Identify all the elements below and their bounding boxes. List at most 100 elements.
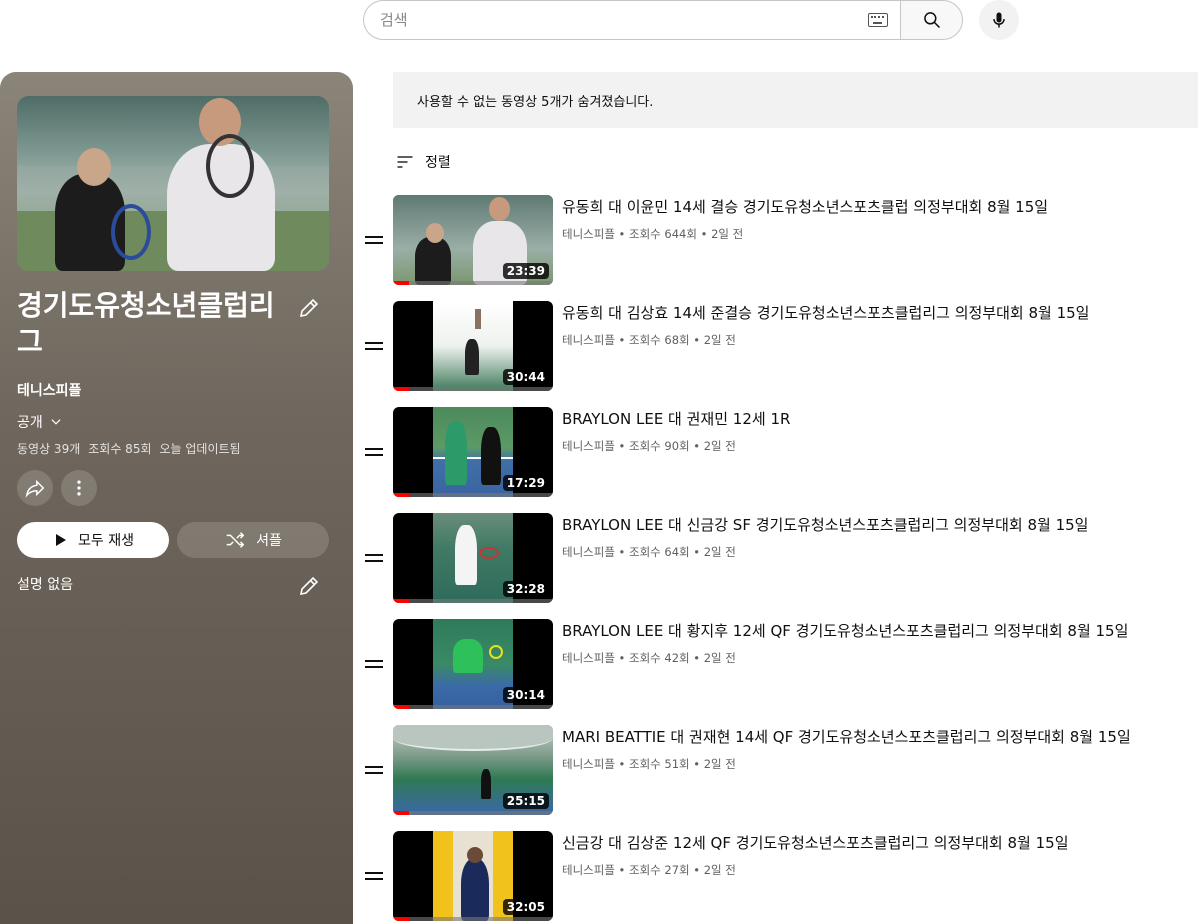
video-views: 조회수 64회 xyxy=(629,545,690,559)
video-channel[interactable]: 테니스피플 xyxy=(562,333,615,347)
watch-progress-bar xyxy=(393,281,409,285)
playlist-video-row[interactable]: 25:15 MARI BEATTIE 대 권재현 14세 QF 경기도유청소년스… xyxy=(365,725,1198,815)
watch-progress-bar xyxy=(393,917,409,921)
video-channel[interactable]: 테니스피플 xyxy=(562,545,615,559)
video-views: 조회수 51회 xyxy=(629,757,690,771)
video-thumbnail[interactable]: 32:28 xyxy=(393,513,553,603)
watch-progress-bar xyxy=(393,705,409,709)
video-channel[interactable]: 테니스피플 xyxy=(562,863,615,877)
play-icon xyxy=(56,534,66,546)
shuffle-label: 셔플 xyxy=(256,533,282,549)
video-meta: 테니스피플 • 조회수 64회 • 2일 전 xyxy=(562,545,736,559)
drag-handle-icon[interactable] xyxy=(365,660,383,668)
video-age: 2일 전 xyxy=(703,545,736,559)
privacy-label: 공개 xyxy=(17,415,43,431)
search-button[interactable] xyxy=(900,0,963,40)
drag-handle-icon[interactable] xyxy=(365,872,383,880)
video-thumbnail[interactable]: 30:14 xyxy=(393,619,553,709)
drag-handle-icon[interactable] xyxy=(365,448,383,456)
watch-progress-bar xyxy=(393,387,409,391)
sort-button[interactable]: 정렬 xyxy=(395,152,451,172)
play-all-label: 모두 재생 xyxy=(78,533,134,549)
voice-search-button[interactable] xyxy=(979,0,1019,40)
playlist-video-row[interactable]: 30:44 유동희 대 김상효 14세 준결승 경기도유청소년스포츠클럽리그 의… xyxy=(365,301,1198,391)
playlist-panel: 경기도유청소년클럽리그 테니스피플 공개 동영상 39개 조회수 85회 오늘 … xyxy=(0,72,353,924)
microphone-icon xyxy=(993,12,1005,28)
video-thumbnail[interactable]: 17:29 xyxy=(393,407,553,497)
video-duration: 25:15 xyxy=(502,793,549,809)
search-box[interactable] xyxy=(363,0,900,40)
search-bar xyxy=(363,0,963,40)
video-meta: 테니스피플 • 조회수 68회 • 2일 전 xyxy=(562,333,736,347)
watch-progress-bar xyxy=(393,599,409,603)
hidden-videos-notice: 사용할 수 없는 동영상 5개가 숨겨졌습니다. xyxy=(393,72,1198,128)
video-duration: 32:28 xyxy=(502,581,549,597)
video-duration: 23:39 xyxy=(502,263,549,279)
sort-label: 정렬 xyxy=(425,155,451,171)
shuffle-icon xyxy=(226,532,245,548)
video-meta: 테니스피플 • 조회수 27회 • 2일 전 xyxy=(562,863,736,877)
video-views: 조회수 68회 xyxy=(629,333,690,347)
keyboard-icon[interactable] xyxy=(868,13,888,27)
view-count: 조회수 85회 xyxy=(88,442,152,456)
video-views: 조회수 42회 xyxy=(629,651,690,665)
video-age: 2일 전 xyxy=(703,333,736,347)
shuffle-button[interactable]: 셔플 xyxy=(177,522,329,558)
video-title[interactable]: BRAYLON LEE 대 권재민 12세 1R xyxy=(562,409,1198,429)
video-duration: 32:05 xyxy=(502,899,549,915)
video-thumbnail[interactable]: 25:15 xyxy=(393,725,553,815)
video-age: 2일 전 xyxy=(711,227,744,241)
watch-progress-bar xyxy=(393,811,409,815)
video-title[interactable]: 유동희 대 이윤민 14세 결승 경기도유청소년스포츠클럽 의정부대회 8월 1… xyxy=(562,197,1198,217)
playlist-video-row[interactable]: 32:28 BRAYLON LEE 대 신금강 SF 경기도유청소년스포츠클럽리… xyxy=(365,513,1198,603)
search-input[interactable] xyxy=(380,11,868,29)
playlist-thumbnail[interactable] xyxy=(17,96,329,271)
video-thumbnail[interactable]: 30:44 xyxy=(393,301,553,391)
video-duration: 30:14 xyxy=(502,687,549,703)
video-thumbnail[interactable]: 32:05 xyxy=(393,831,553,921)
edit-title-icon[interactable] xyxy=(297,296,321,320)
video-title[interactable]: 유동희 대 김상효 14세 준결승 경기도유청소년스포츠클럽리그 의정부대회 8… xyxy=(562,303,1198,323)
more-options-button[interactable] xyxy=(61,470,97,506)
video-age: 2일 전 xyxy=(703,651,736,665)
playlist-video-row[interactable]: 23:39 유동희 대 이윤민 14세 결승 경기도유청소년스포츠클럽 의정부대… xyxy=(365,195,1198,285)
playlist-channel[interactable]: 테니스피플 xyxy=(17,380,81,400)
playlist-stats: 동영상 39개 조회수 85회 오늘 업데이트됨 xyxy=(17,440,241,457)
video-title[interactable]: MARI BEATTIE 대 권재현 14세 QF 경기도유청소년스포츠클럽리그… xyxy=(562,727,1198,747)
video-thumbnail[interactable]: 23:39 xyxy=(393,195,553,285)
drag-handle-icon[interactable] xyxy=(365,554,383,562)
video-meta: 테니스피플 • 조회수 42회 • 2일 전 xyxy=(562,651,736,665)
edit-description-icon[interactable] xyxy=(297,574,321,598)
search-icon xyxy=(923,12,940,29)
chevron-down-icon xyxy=(51,419,61,425)
video-meta: 테니스피플 • 조회수 51회 • 2일 전 xyxy=(562,757,736,771)
playlist-video-row[interactable]: 17:29 BRAYLON LEE 대 권재민 12세 1R 테니스피플 • 조… xyxy=(365,407,1198,497)
share-button[interactable] xyxy=(17,470,53,506)
privacy-dropdown[interactable]: 공개 xyxy=(17,412,63,432)
share-icon xyxy=(25,479,45,498)
video-title[interactable]: 신금강 대 김상준 12세 QF 경기도유청소년스포츠클럽리그 의정부대회 8월… xyxy=(562,833,1198,853)
video-age: 2일 전 xyxy=(703,863,736,877)
video-channel[interactable]: 테니스피플 xyxy=(562,651,615,665)
video-age: 2일 전 xyxy=(703,439,736,453)
playlist-description: 설명 없음 xyxy=(17,577,73,593)
video-age: 2일 전 xyxy=(703,757,736,771)
playlist-title: 경기도유청소년클럽리그 xyxy=(17,289,275,358)
playlist-video-row[interactable]: 32:05 신금강 대 김상준 12세 QF 경기도유청소년스포츠클럽리그 의정… xyxy=(365,831,1198,921)
more-vert-icon xyxy=(77,480,81,496)
playlist-video-row[interactable]: 30:14 BRAYLON LEE 대 황지후 12세 QF 경기도유청소년스포… xyxy=(365,619,1198,709)
play-all-button[interactable]: 모두 재생 xyxy=(17,522,169,558)
drag-handle-icon[interactable] xyxy=(365,236,383,244)
video-meta: 테니스피플 • 조회수 90회 • 2일 전 xyxy=(562,439,736,453)
sort-icon xyxy=(397,156,413,168)
video-title[interactable]: BRAYLON LEE 대 황지후 12세 QF 경기도유청소년스포츠클럽리그 … xyxy=(562,621,1198,641)
video-title[interactable]: BRAYLON LEE 대 신금강 SF 경기도유청소년스포츠클럽리그 의정부대… xyxy=(562,515,1198,535)
video-channel[interactable]: 테니스피플 xyxy=(562,227,615,241)
drag-handle-icon[interactable] xyxy=(365,342,383,350)
watch-progress-bar xyxy=(393,493,409,497)
video-channel[interactable]: 테니스피플 xyxy=(562,757,615,771)
video-duration: 30:44 xyxy=(502,369,549,385)
drag-handle-icon[interactable] xyxy=(365,766,383,774)
video-channel[interactable]: 테니스피플 xyxy=(562,439,615,453)
video-meta: 테니스피플 • 조회수 644회 • 2일 전 xyxy=(562,227,744,241)
